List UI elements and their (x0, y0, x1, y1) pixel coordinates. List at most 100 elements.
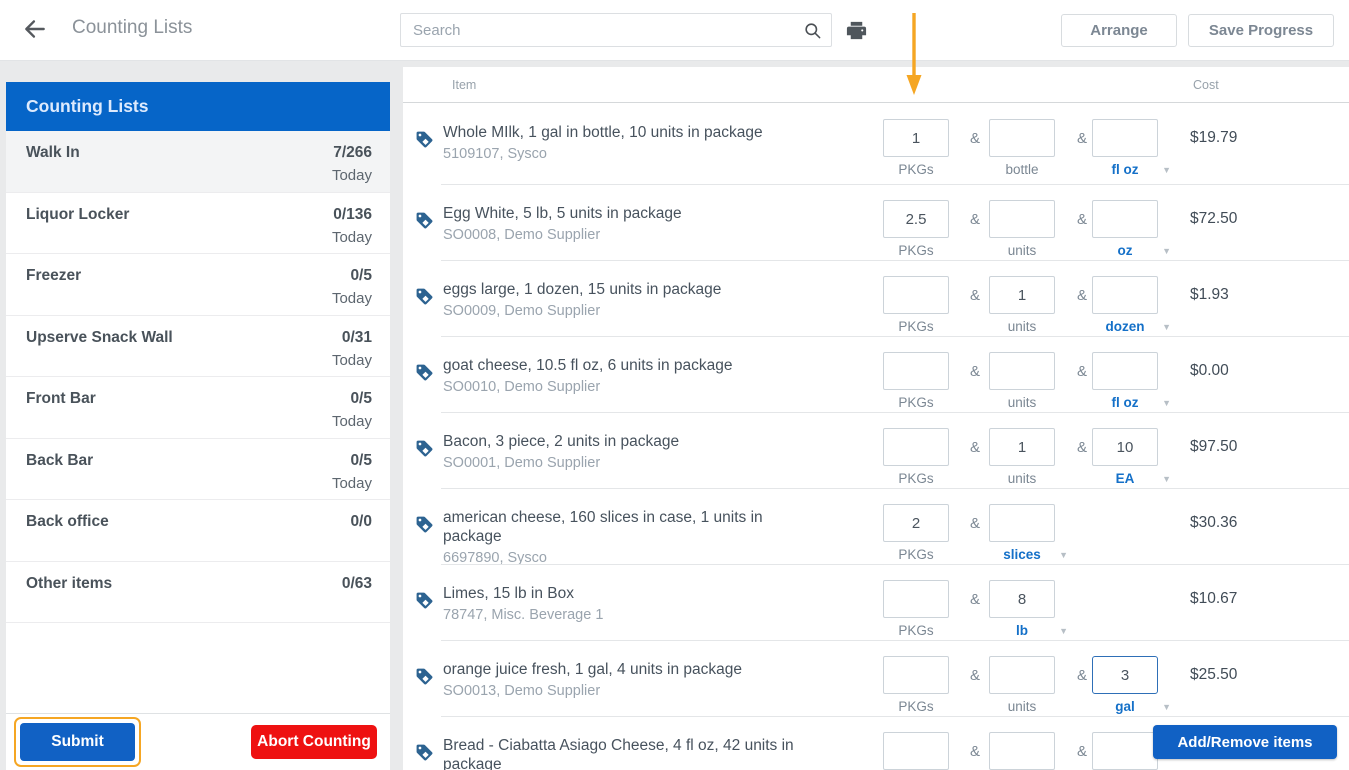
unit-label: PKGs (883, 471, 949, 486)
sidebar: Counting Lists Walk In7/266TodayLiquor L… (6, 82, 390, 770)
search-icon[interactable] (803, 21, 822, 40)
search-input[interactable] (400, 13, 832, 47)
unit-dropdown[interactable]: dozen▼ (1092, 319, 1158, 334)
count-input-2[interactable] (1092, 428, 1158, 466)
unit-dropdown-label: gal (1115, 699, 1135, 714)
count-input-1[interactable] (989, 732, 1055, 770)
unit-dropdown[interactable]: lb▼ (989, 623, 1055, 638)
submit-highlight: Submit (14, 717, 141, 767)
arrange-button[interactable]: Arrange (1061, 14, 1177, 47)
chevron-down-icon: ▼ (1162, 322, 1171, 332)
ampersand: & (965, 439, 985, 456)
unit-label: units (989, 699, 1055, 714)
count-inputs: PKGs&units&dozen▼ (883, 260, 1195, 336)
item-title: Limes, 15 lb in Box (443, 584, 823, 603)
unit-dropdown[interactable]: fl oz▼ (1092, 162, 1158, 177)
item-title: Bread - Ciabatta Asiago Cheese, 4 fl oz,… (443, 736, 823, 770)
sidebar-item-upserve-snack-wall[interactable]: Upserve Snack Wall0/31Today (6, 316, 390, 378)
sidebar-item-when: Today (332, 290, 372, 307)
abort-counting-button[interactable]: Abort Counting (251, 725, 377, 759)
print-icon[interactable] (845, 19, 868, 42)
add-remove-items-button[interactable]: Add/Remove items (1153, 725, 1337, 759)
item-subtitle: SO0008, Demo Supplier (443, 227, 823, 243)
unit-dropdown-label: dozen (1106, 319, 1145, 334)
count-input-2[interactable] (1092, 732, 1158, 770)
count-input-1[interactable] (989, 580, 1055, 618)
ampersand: & (965, 130, 985, 147)
count-group-0: PKGs (883, 656, 949, 714)
search-container (400, 13, 832, 47)
sidebar-item-count: 7/266 (333, 144, 372, 162)
item-text: goat cheese, 10.5 fl oz, 6 units in pack… (443, 356, 823, 395)
sidebar-item-label: Freezer (26, 267, 81, 285)
back-arrow-icon[interactable] (22, 16, 48, 42)
unit-dropdown-label: slices (1003, 547, 1041, 562)
save-progress-button[interactable]: Save Progress (1188, 14, 1334, 47)
table-row: american cheese, 160 slices in case, 1 u… (403, 488, 1349, 564)
count-input-1[interactable] (989, 428, 1055, 466)
item-subtitle: SO0001, Demo Supplier (443, 455, 823, 471)
count-input-0[interactable] (883, 504, 949, 542)
count-input-0[interactable] (883, 119, 949, 157)
count-input-0[interactable] (883, 352, 949, 390)
count-input-2[interactable] (1092, 352, 1158, 390)
count-input-0[interactable] (883, 428, 949, 466)
cost-value: $25.50 (1190, 666, 1237, 684)
table-row: orange juice fresh, 1 gal, 4 units in pa… (403, 640, 1349, 716)
count-group-0: PKGs (883, 276, 949, 334)
count-input-2[interactable] (1092, 119, 1158, 157)
sidebar-item-liquor-locker[interactable]: Liquor Locker0/136Today (6, 193, 390, 255)
count-input-1[interactable] (989, 504, 1055, 542)
unit-dropdown[interactable]: fl oz▼ (1092, 395, 1158, 410)
tag-icon (415, 515, 434, 534)
count-input-0[interactable] (883, 732, 949, 770)
sidebar-item-when: Today (332, 413, 372, 430)
items-table: Item Cost Whole MIlk, 1 gal in bottle, 1… (403, 67, 1349, 770)
tag-icon (415, 130, 434, 149)
count-group-1: units (989, 352, 1055, 410)
unit-dropdown[interactable]: EA▼ (1092, 471, 1158, 486)
count-input-0[interactable] (883, 580, 949, 618)
cost-value: $72.50 (1190, 210, 1237, 228)
count-input-2[interactable] (1092, 276, 1158, 314)
submit-button[interactable]: Submit (20, 723, 135, 761)
unit-dropdown[interactable]: gal▼ (1092, 699, 1158, 714)
sidebar-item-back-bar[interactable]: Back Bar0/5Today (6, 439, 390, 501)
sidebar-item-back-office[interactable]: Back office0/0 (6, 500, 390, 562)
unit-label: bottle (989, 162, 1055, 177)
item-title: Bacon, 3 piece, 2 units in package (443, 432, 823, 451)
sidebar-item-front-bar[interactable]: Front Bar0/5Today (6, 377, 390, 439)
unit-dropdown[interactable]: oz▼ (1092, 243, 1158, 258)
sidebar-item-walk-in[interactable]: Walk In7/266Today (6, 131, 390, 193)
count-group-1 (989, 732, 1055, 770)
count-group-2: gal▼ (1092, 656, 1158, 714)
count-input-0[interactable] (883, 200, 949, 238)
sidebar-item-freezer[interactable]: Freezer0/5Today (6, 254, 390, 316)
count-group-1: bottle (989, 119, 1055, 177)
count-input-1[interactable] (989, 119, 1055, 157)
sidebar-item-when: Today (332, 229, 372, 246)
sidebar-item-other-items[interactable]: Other items0/63 (6, 562, 390, 624)
tag-icon (415, 743, 434, 762)
cost-value: $19.79 (1190, 129, 1237, 147)
count-input-1[interactable] (989, 276, 1055, 314)
count-input-0[interactable] (883, 656, 949, 694)
count-input-1[interactable] (989, 352, 1055, 390)
item-title: eggs large, 1 dozen, 15 units in package (443, 280, 823, 299)
count-input-1[interactable] (989, 200, 1055, 238)
unit-label: units (989, 395, 1055, 410)
count-input-0[interactable] (883, 276, 949, 314)
sidebar-item-label: Walk In (26, 144, 80, 162)
count-input-2[interactable] (1092, 200, 1158, 238)
chevron-down-icon: ▼ (1162, 474, 1171, 484)
unit-dropdown[interactable]: slices▼ (989, 547, 1055, 562)
count-input-1[interactable] (989, 656, 1055, 694)
table-row: Whole MIlk, 1 gal in bottle, 10 units in… (403, 103, 1349, 184)
item-subtitle: 5109107, Sysco (443, 146, 823, 162)
table-header: Item Cost (403, 67, 1349, 103)
sidebar-title: Counting Lists (6, 82, 390, 131)
sidebar-item-count: 0/31 (342, 329, 372, 347)
count-input-2[interactable] (1092, 656, 1158, 694)
unit-label: units (989, 243, 1055, 258)
unit-label: PKGs (883, 319, 949, 334)
